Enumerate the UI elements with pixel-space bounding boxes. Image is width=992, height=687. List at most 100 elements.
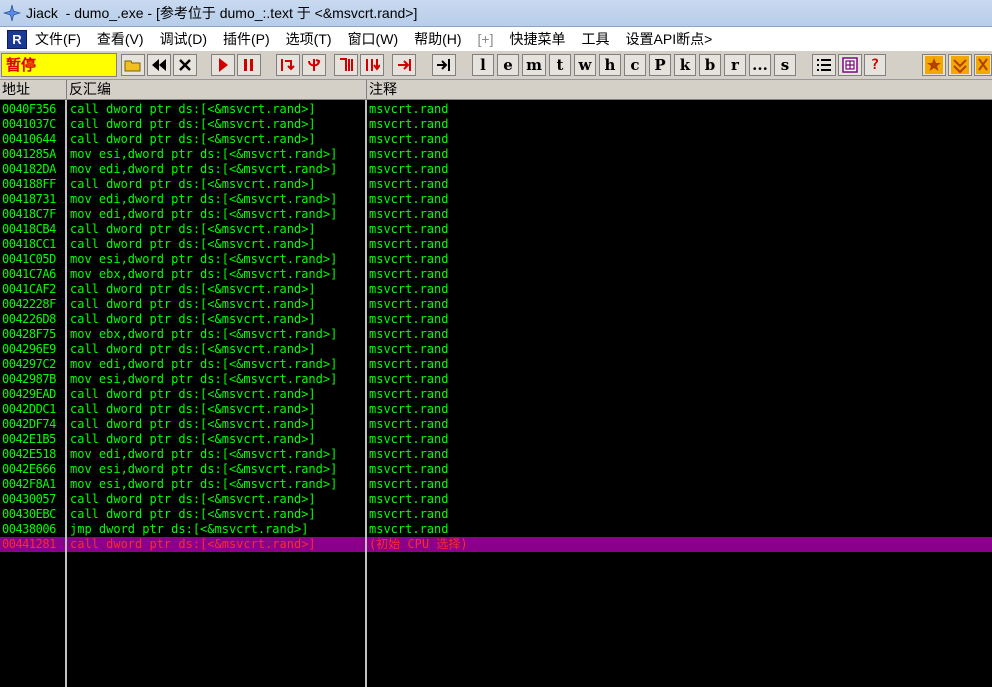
plugin-star-icon[interactable] xyxy=(922,54,946,76)
plugin-arrows-icon[interactable] xyxy=(948,54,972,76)
disassembly-cell: call dword ptr ds:[<&msvcrt.rand>] xyxy=(70,507,316,521)
open-folder-icon[interactable] xyxy=(121,54,145,76)
table-row[interactable]: 0042228F call dword ptr ds:[<&msvcrt.rand… xyxy=(0,297,992,312)
menu-window[interactable]: 窗口(W) xyxy=(348,29,399,49)
call-stack-window-button[interactable]: k xyxy=(674,54,696,76)
menu-options[interactable]: 选项(T) xyxy=(286,29,332,49)
table-row[interactable]: 004188FF call dword ptr ds:[<&msvcrt.rand… xyxy=(0,177,992,192)
table-row[interactable]: 00418CB4 call dword ptr ds:[<&msvcrt.rand… xyxy=(0,222,992,237)
step-over-icon[interactable] xyxy=(302,54,326,76)
comment-cell: msvcrt.rand xyxy=(369,267,449,281)
address-cell: 00430057 xyxy=(2,492,56,506)
table-row[interactable]: 0042DDC1 call dword ptr ds:[<&msvcrt.rand… xyxy=(0,402,992,417)
address-cell: 00418C7F xyxy=(2,207,56,221)
trace-over-icon[interactable] xyxy=(360,54,384,76)
table-row[interactable]: 0042987B mov esi,dword ptr ds:[<&msvcrt.r… xyxy=(0,372,992,387)
execute-till-return-icon[interactable] xyxy=(392,54,416,76)
memory-window-button[interactable]: m xyxy=(522,54,546,76)
disassembly-cell: call dword ptr ds:[<&msvcrt.rand>] xyxy=(70,177,316,191)
table-row[interactable]: 004226D8 call dword ptr ds:[<&msvcrt.rand… xyxy=(0,312,992,327)
comment-cell: msvcrt.rand xyxy=(369,387,449,401)
menu-file[interactable]: 文件(F) xyxy=(35,29,81,49)
table-row[interactable]: 00429EAD call dword ptr ds:[<&msvcrt.rand… xyxy=(0,387,992,402)
windows-window-button[interactable]: w xyxy=(574,54,596,76)
table-row[interactable]: 0042E1B5 call dword ptr ds:[<&msvcrt.rand… xyxy=(0,432,992,447)
table-row[interactable]: 004297C2 mov edi,dword ptr ds:[<&msvcrt.r… xyxy=(0,357,992,372)
step-into-icon[interactable] xyxy=(276,54,300,76)
address-cell: 0041C7A6 xyxy=(2,267,56,281)
column-header-address[interactable]: 地址 xyxy=(0,80,67,100)
table-row[interactable]: 00418C7F mov edi,dword ptr ds:[<&msvcrt.r… xyxy=(0,207,992,222)
breakpoints-window-button[interactable]: b xyxy=(699,54,721,76)
references-table[interactable]: 00441281 call dword ptr ds:[<&msvcrt.rand… xyxy=(0,100,992,687)
table-row[interactable]: 0041285A mov esi,dword ptr ds:[<&msvcrt.r… xyxy=(0,147,992,162)
grid-window-icon[interactable] xyxy=(838,54,862,76)
patches-window-button[interactable]: P xyxy=(649,54,671,76)
address-cell: 0042987B xyxy=(2,372,56,386)
table-row[interactable]: 0041CAF2 call dword ptr ds:[<&msvcrt.rand… xyxy=(0,282,992,297)
comment-cell: msvcrt.rand xyxy=(369,432,449,446)
list-icon[interactable] xyxy=(812,54,836,76)
menu-shortcut[interactable]: 快捷菜单 xyxy=(510,29,566,49)
help-icon[interactable]: ? xyxy=(864,54,886,76)
address-cell: 0042F8A1 xyxy=(2,477,56,491)
table-row[interactable]: 0042E518 mov edi,dword ptr ds:[<&msvcrt.r… xyxy=(0,447,992,462)
table-row[interactable]: 00410644 call dword ptr ds:[<&msvcrt.rand… xyxy=(0,132,992,147)
table-row[interactable]: 00428F75 mov ebx,dword ptr ds:[<&msvcrt.r… xyxy=(0,327,992,342)
menu-plugins[interactable]: 插件(P) xyxy=(223,29,270,49)
disassembly-cell: call dword ptr ds:[<&msvcrt.rand>] xyxy=(70,132,316,146)
comment-cell: msvcrt.rand xyxy=(369,207,449,221)
comment-cell: msvcrt.rand xyxy=(369,417,449,431)
table-row[interactable]: 004296E9 call dword ptr ds:[<&msvcrt.rand… xyxy=(0,342,992,357)
disassembly-cell: mov edi,dword ptr ds:[<&msvcrt.rand>] xyxy=(70,207,338,221)
references-window-button[interactable]: r xyxy=(724,54,746,76)
menu-expand[interactable]: [+] xyxy=(478,31,494,47)
column-divider xyxy=(365,100,367,687)
disassembly-cell: jmp dword ptr ds:[<&msvcrt.rand>] xyxy=(70,522,309,536)
menu-view[interactable]: 查看(V) xyxy=(97,29,144,49)
menu-debug[interactable]: 调试(D) xyxy=(160,29,207,49)
menu-help[interactable]: 帮助(H) xyxy=(414,29,461,49)
menu-tools[interactable]: 工具 xyxy=(582,29,610,49)
table-row[interactable]: 00438006 jmp dword ptr ds:[<&msvcrt.rand>… xyxy=(0,522,992,537)
column-divider xyxy=(65,100,67,687)
cpu-window-button[interactable]: c xyxy=(624,54,646,76)
address-cell: 004296E9 xyxy=(2,342,56,356)
table-row[interactable]: 0042DF74 call dword ptr ds:[<&msvcrt.rand… xyxy=(0,417,992,432)
run-trace-window-button[interactable]: ... xyxy=(749,54,771,76)
table-row[interactable]: 0042E666 mov esi,dword ptr ds:[<&msvcrt.r… xyxy=(0,462,992,477)
table-row[interactable]: 00430EBC call dword ptr ds:[<&msvcrt.rand… xyxy=(0,507,992,522)
table-row[interactable]: 0041C7A6 mov ebx,dword ptr ds:[<&msvcrt.r… xyxy=(0,267,992,282)
plugin-scissors-icon[interactable] xyxy=(974,54,992,76)
disassembly-cell: call dword ptr ds:[<&msvcrt.rand>] xyxy=(70,222,316,236)
modules-window-button[interactable]: e xyxy=(497,54,519,76)
table-row[interactable]: 0041C05D mov esi,dword ptr ds:[<&msvcrt.r… xyxy=(0,252,992,267)
table-row-selected[interactable]: 00441281 call dword ptr ds:[<&msvcrt.rand… xyxy=(0,537,992,552)
restore-window-icon[interactable]: R xyxy=(7,29,27,49)
column-header-comment[interactable]: 注释 xyxy=(367,80,992,100)
handles-window-button[interactable]: h xyxy=(599,54,621,76)
comment-cell: msvcrt.rand xyxy=(369,402,449,416)
goto-address-icon[interactable] xyxy=(432,54,456,76)
source-window-button[interactable]: s xyxy=(774,54,796,76)
comment-cell: msvcrt.rand xyxy=(369,477,449,491)
table-row[interactable]: 0041037C call dword ptr ds:[<&msvcrt.rand… xyxy=(0,117,992,132)
trace-into-icon[interactable] xyxy=(334,54,358,76)
comment-cell: msvcrt.rand xyxy=(369,327,449,341)
rewind-icon[interactable] xyxy=(147,54,171,76)
pause-icon[interactable] xyxy=(237,54,261,76)
log-window-button[interactable]: l xyxy=(472,54,494,76)
table-row[interactable]: 004182DA mov edi,dword ptr ds:[<&msvcrt.r… xyxy=(0,162,992,177)
address-cell: 0041285A xyxy=(2,147,56,161)
table-row[interactable]: 00418731 mov edi,dword ptr ds:[<&msvcrt.r… xyxy=(0,192,992,207)
close-icon[interactable] xyxy=(173,54,197,76)
table-row[interactable]: 0042F8A1 mov esi,dword ptr ds:[<&msvcrt.r… xyxy=(0,477,992,492)
table-row[interactable]: 00430057 call dword ptr ds:[<&msvcrt.rand… xyxy=(0,492,992,507)
table-row[interactable]: 0040F356 call dword ptr ds:[<&msvcrt.rand… xyxy=(0,102,992,117)
menu-set-api-breakpoint[interactable]: 设置API断点> xyxy=(626,29,713,49)
table-row[interactable]: 00418CC1 call dword ptr ds:[<&msvcrt.rand… xyxy=(0,237,992,252)
column-header-disassembly[interactable]: 反汇编 xyxy=(67,80,367,100)
disassembly-cell: mov esi,dword ptr ds:[<&msvcrt.rand>] xyxy=(70,462,338,476)
run-icon[interactable] xyxy=(211,54,235,76)
threads-window-button[interactable]: t xyxy=(549,54,571,76)
